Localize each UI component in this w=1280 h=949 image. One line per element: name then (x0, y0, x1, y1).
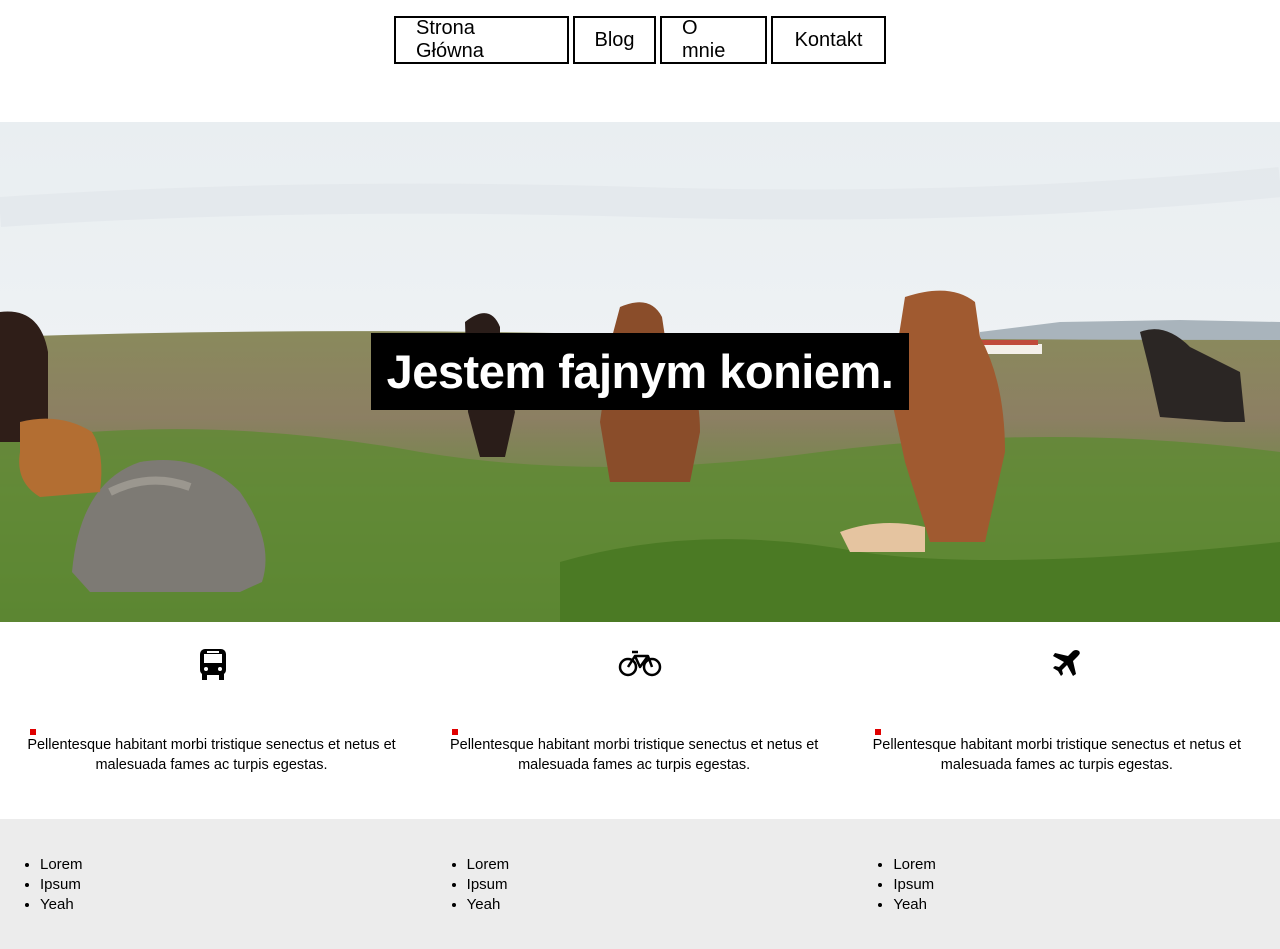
footer-column: Lorem Ipsum Yeah (0, 819, 427, 949)
footer-list: Lorem Ipsum Yeah (427, 855, 854, 915)
feature-card: Pellentesque habitant morbi tristique se… (853, 622, 1280, 819)
list-item: Yeah (40, 895, 427, 915)
footer-list: Lorem Ipsum Yeah (853, 855, 1280, 915)
list-item: Lorem (893, 855, 1280, 875)
features-section: Pellentesque habitant morbi tristique se… (0, 622, 1280, 819)
nav-button-contact[interactable]: Kontakt (771, 16, 886, 64)
bus-icon (0, 648, 427, 688)
feature-card: Pellentesque habitant morbi tristique se… (427, 622, 854, 819)
list-item: Lorem (467, 855, 854, 875)
nav-button-about[interactable]: O mnie (660, 16, 767, 64)
nav-button-blog[interactable]: Blog (573, 16, 656, 64)
feature-card: Pellentesque habitant morbi tristique se… (0, 622, 427, 819)
hero-title: Jestem fajnym koniem. (371, 333, 909, 410)
hero-banner: Jestem fajnym koniem. (0, 122, 1280, 622)
list-item: Ipsum (893, 875, 1280, 895)
footer-column: Lorem Ipsum Yeah (427, 819, 854, 949)
list-item: Ipsum (467, 875, 854, 895)
footer-list: Lorem Ipsum Yeah (0, 855, 427, 915)
feature-text: Pellentesque habitant morbi tristique se… (449, 737, 819, 773)
list-item: Lorem (40, 855, 427, 875)
main-nav: Strona Główna Blog O mnie Kontakt (0, 16, 1280, 64)
footer-column: Lorem Ipsum Yeah (853, 819, 1280, 949)
bicycle-icon (427, 648, 854, 688)
list-item: Yeah (893, 895, 1280, 915)
footer: Lorem Ipsum Yeah Lorem Ipsum Yeah Lorem … (0, 819, 1280, 949)
feature-text: Pellentesque habitant morbi tristique se… (872, 737, 1241, 773)
airplane-icon (853, 648, 1280, 688)
list-item: Ipsum (40, 875, 427, 895)
list-item: Yeah (467, 895, 854, 915)
feature-text: Pellentesque habitant morbi tristique se… (27, 737, 396, 773)
nav-button-home[interactable]: Strona Główna (394, 16, 569, 64)
